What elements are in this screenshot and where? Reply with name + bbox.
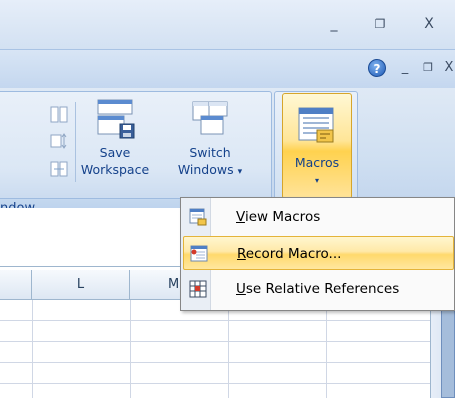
view-macros-text: iew Macros xyxy=(244,209,321,225)
view-side-by-side-icon[interactable] xyxy=(48,104,70,126)
switch-windows-button[interactable]: Switch Windows ▾ xyxy=(170,96,250,181)
grid-col-line xyxy=(326,300,327,398)
column-header-l[interactable]: L xyxy=(32,270,130,300)
macros-dropdown-menu: View Macros Record Macro... Use Relative… xyxy=(180,197,455,311)
view-macros-icon xyxy=(189,208,207,226)
title-bar: _ ❐ X xyxy=(0,0,455,50)
minimize-button[interactable]: _ xyxy=(323,14,345,34)
scrollbar-thumb[interactable] xyxy=(441,305,455,398)
doc-close-button[interactable]: X xyxy=(440,59,455,77)
view-macros-label: View Macros xyxy=(236,200,320,234)
relative-references-icon xyxy=(189,280,207,298)
reset-window-position-icon[interactable] xyxy=(48,158,70,180)
synchronous-scrolling-icon[interactable] xyxy=(48,130,70,152)
grid-col-line xyxy=(32,300,33,398)
view-macros-mnemonic: V xyxy=(236,209,245,225)
close-button[interactable]: X xyxy=(418,14,440,34)
menu-item-record-macro[interactable]: Record Macro... xyxy=(183,236,454,270)
use-relative-references-text: se Relative References xyxy=(245,281,400,297)
restore-button[interactable]: ❐ xyxy=(369,14,391,34)
doc-minimize-button[interactable]: _ xyxy=(396,59,414,77)
macros-label: Macros xyxy=(294,155,340,170)
save-workspace-button[interactable]: Save Workspace xyxy=(80,96,150,178)
save-workspace-label-1: Save xyxy=(99,145,131,160)
record-macro-text: ecord Macro... xyxy=(245,246,342,262)
grid-row-line xyxy=(0,320,430,321)
use-relative-references-mnemonic: U xyxy=(236,281,246,297)
save-workspace-label-2: Workspace xyxy=(80,162,150,177)
group-separator xyxy=(75,102,76,182)
worksheet-grid[interactable] xyxy=(0,300,430,398)
ribbon-tab-row: ? _ ❐ X xyxy=(0,50,455,88)
menu-item-view-macros[interactable]: View Macros xyxy=(183,200,454,234)
record-macro-mnemonic: R xyxy=(237,246,246,262)
grid-col-line xyxy=(130,300,131,398)
menu-item-use-relative-references[interactable]: Use Relative References xyxy=(183,272,454,306)
help-icon[interactable]: ? xyxy=(368,59,386,77)
save-workspace-icon xyxy=(97,99,135,139)
switch-windows-dropdown-icon: ▾ xyxy=(237,167,243,177)
grid-col-line xyxy=(228,300,229,398)
switch-windows-text: Windows xyxy=(177,162,234,177)
switch-windows-label-2: Windows ▾ xyxy=(170,161,250,181)
switch-windows-label-1: Switch xyxy=(189,145,231,160)
record-macro-icon xyxy=(190,245,208,263)
grid-row-line xyxy=(0,362,430,363)
doc-restore-button[interactable]: ❐ xyxy=(419,59,437,77)
use-relative-references-label: Use Relative References xyxy=(236,272,399,306)
macros-dropdown-icon: ▾ xyxy=(314,176,319,185)
grid-row-line xyxy=(0,341,430,342)
record-macro-label: Record Macro... xyxy=(237,237,341,271)
column-header-partial[interactable] xyxy=(0,270,32,300)
macros-icon xyxy=(298,107,334,143)
switch-windows-icon xyxy=(192,101,228,135)
grid-row-line xyxy=(0,383,430,384)
